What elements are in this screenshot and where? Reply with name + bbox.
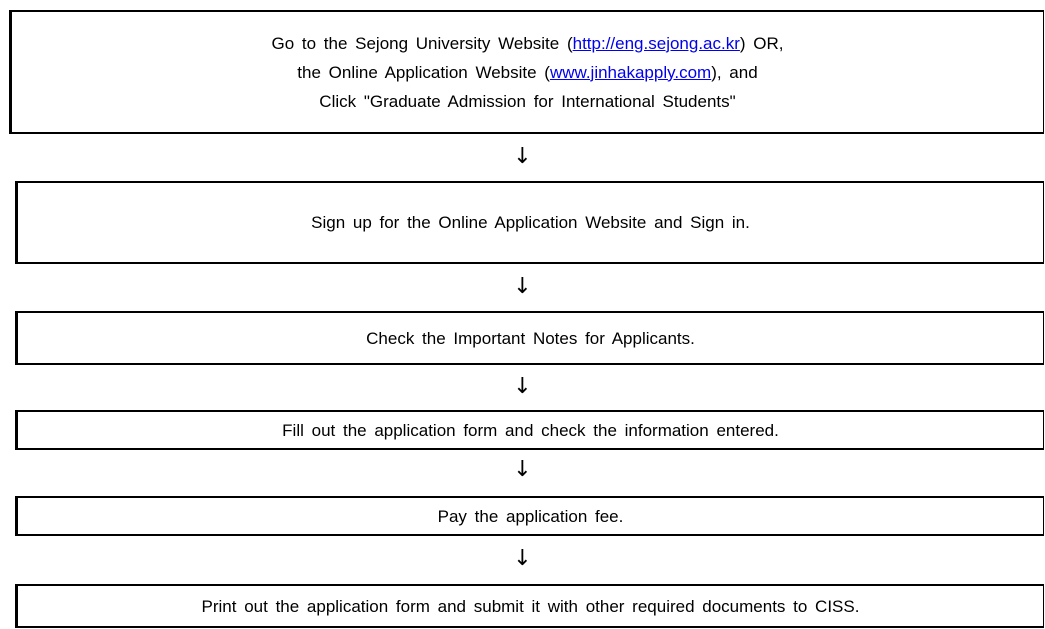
jinhakapply-website-link[interactable]: www.jinhakapply.com <box>550 63 711 82</box>
sejong-website-link[interactable]: http://eng.sejong.ac.kr <box>573 34 740 53</box>
step-6-box: Print out the application form and submi… <box>15 584 1044 628</box>
step-1-line-2-pre: the Online Application Website ( <box>297 62 550 82</box>
step-1-box: Go to the Sejong University Website (htt… <box>9 10 1044 134</box>
step-3-box: Check the Important Notes for Applicants… <box>15 311 1044 365</box>
step-2-box: Sign up for the Online Application Websi… <box>15 181 1044 264</box>
step-1-line-2: the Online Application Website (www.jinh… <box>271 58 783 87</box>
step-1-line-1-post: ) OR, <box>739 33 784 53</box>
step-5-text: Pay the application fee. <box>437 506 624 526</box>
step-1-line-1: Go to the Sejong University Website (htt… <box>271 29 783 58</box>
step-1-text: Go to the Sejong University Website (htt… <box>271 29 783 116</box>
step-1-line-1-pre: Go to the Sejong University Website ( <box>271 33 573 53</box>
step-5-box: Pay the application fee. <box>15 496 1044 536</box>
down-arrow-icon: ↓ <box>513 374 532 399</box>
step-4-box: Fill out the application form and check … <box>15 410 1044 450</box>
step-1-line-3: Click "Graduate Admission for Internatio… <box>319 91 736 111</box>
step-6-text: Print out the application form and submi… <box>201 596 860 616</box>
down-arrow-icon: ↓ <box>513 546 532 571</box>
step-2-text: Sign up for the Online Application Websi… <box>311 213 750 232</box>
step-4-text: Fill out the application form and check … <box>282 420 779 440</box>
step-3-text: Check the Important Notes for Applicants… <box>366 328 695 348</box>
down-arrow-icon: ↓ <box>513 144 532 169</box>
down-arrow-icon: ↓ <box>513 274 532 299</box>
down-arrow-icon: ↓ <box>513 457 532 482</box>
step-1-line-2-post: ), and <box>711 62 758 82</box>
